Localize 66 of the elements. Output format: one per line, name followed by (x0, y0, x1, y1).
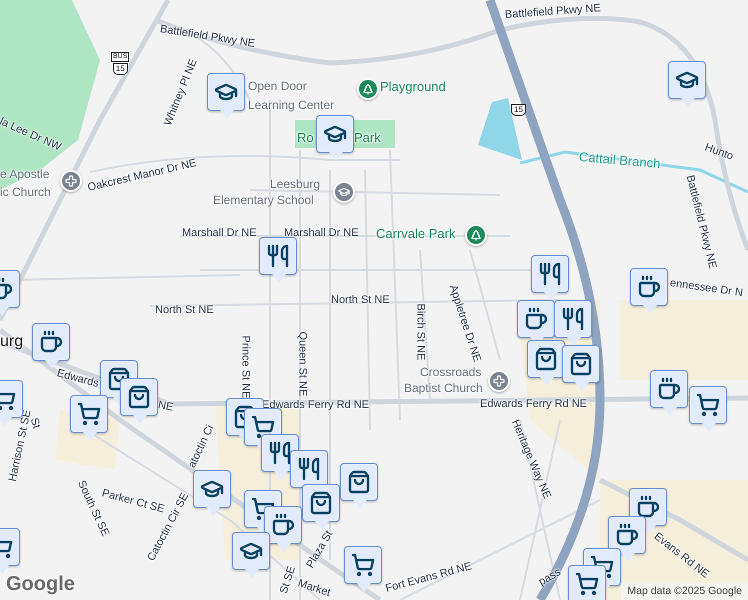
street-label: Edwards Ferry Rd NE (480, 399, 587, 410)
street-label: North St NE (331, 295, 390, 306)
coffee-cup-icon (524, 307, 548, 331)
shopping-cart-icon (77, 402, 101, 426)
park-label: Park (354, 131, 381, 144)
route-shield: 15 (511, 104, 526, 116)
coffee-cup-icon (615, 523, 639, 547)
park-label: Playground (380, 80, 446, 93)
poi-label: Baptist Church (404, 382, 483, 394)
poi-label: Open Door (248, 80, 307, 92)
poi-label: Elementary School (213, 194, 314, 206)
coffee-cup-icon (39, 330, 63, 354)
map-attribution: Map data ©2025 Google (621, 583, 748, 600)
fork-knife-icon (266, 244, 290, 268)
fork-knife-icon (538, 262, 562, 286)
water-label: Cattail Branch (578, 150, 661, 170)
shopping-cart-icon (251, 415, 275, 439)
street-label: pass (537, 567, 563, 588)
coffee-cup-icon (657, 377, 681, 401)
coffee-cup-icon (637, 275, 661, 299)
coffee-cup-icon (271, 513, 295, 537)
cross-icon[interactable] (488, 370, 510, 392)
poi-label: Crossroads (420, 366, 482, 378)
street-label: Oakcrest Manor Dr NE (86, 158, 198, 194)
poi-label: Leesburg (270, 178, 320, 190)
street-label: Battlefield Pkwy NE (504, 3, 602, 21)
street-label: Hunto (703, 142, 734, 163)
street-label: Battlefield Pkwy NE (159, 24, 256, 50)
shopping-bag-icon (347, 470, 371, 494)
poi-label: Learning Center (248, 99, 334, 111)
street-label: atoctin Ci (187, 424, 216, 470)
google-logo: Google (6, 573, 75, 596)
cross-icon[interactable] (60, 170, 82, 192)
street-label: Marshall Dr NE (182, 228, 257, 239)
street-label: Queen St NE (296, 332, 308, 396)
place-label: urg (0, 334, 24, 350)
shopping-bag-icon (309, 491, 333, 515)
shopping-bag-icon (569, 352, 593, 376)
park-label: Carrvale Park (376, 227, 456, 240)
fork-knife-icon (561, 307, 585, 331)
fork-knife-icon (268, 441, 292, 465)
street-label: North St NE (155, 305, 214, 316)
street-label: St SE (278, 565, 298, 596)
street-label: NE (157, 400, 174, 414)
street-label: la Lee Dr NW (0, 116, 63, 154)
tree-icon[interactable] (357, 78, 379, 100)
street-label: Edwards (56, 368, 100, 390)
street-label: Birch St NE (414, 304, 426, 360)
shopping-bag-icon (534, 347, 558, 371)
shopping-cart-icon (696, 393, 720, 417)
street-label: Prince St NE (240, 336, 250, 398)
street-label: Fort Evans Rd NE (384, 561, 474, 595)
shopping-cart-icon (351, 553, 375, 577)
route-shield: 15 (112, 62, 128, 75)
park-label: Ro (297, 131, 314, 144)
graduation-cap-icon[interactable] (333, 181, 355, 203)
coffee-cup-icon (636, 495, 660, 519)
street-label: ennessee Dr N (669, 278, 744, 300)
shopping-bag-icon (127, 385, 151, 409)
street-label: Parker Ct SE (100, 488, 166, 516)
shopping-cart-icon (575, 572, 599, 596)
poi-label: ic Church (0, 186, 51, 198)
street-label: Marshall Dr NE (284, 228, 359, 239)
fork-knife-icon (297, 457, 321, 481)
street-label: Market (296, 578, 332, 600)
tree-icon[interactable] (465, 224, 487, 246)
